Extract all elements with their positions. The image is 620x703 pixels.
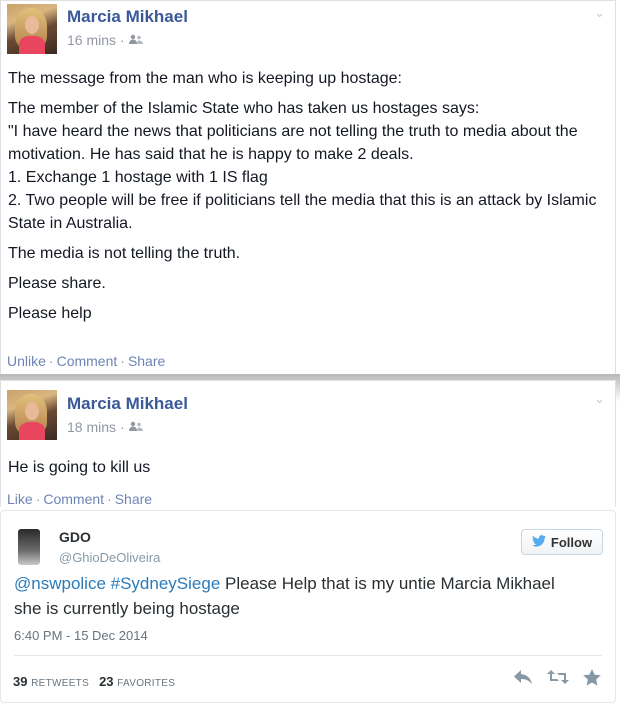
facebook-post: Marcia Mikhael 18 mins · ⌄ He is going t… [0, 380, 616, 507]
post-body: The message from the man who is keeping … [8, 67, 605, 325]
retweet-count[interactable]: 39 RETWEETS [13, 674, 89, 689]
post-time[interactable]: 18 mins [67, 419, 116, 435]
post-time[interactable]: 16 mins [67, 32, 116, 48]
tweet-text: @nswpolice #SydneySiege Please Help that… [14, 571, 585, 621]
comment-link[interactable]: Comment [57, 353, 118, 369]
post-paragraph: The member of the Islamic State who has … [8, 100, 597, 232]
facebook-post: Marcia Mikhael 16 mins · ⌄ The message f… [0, 0, 616, 376]
tweet-timestamp[interactable]: 6:40 PM - 15 Dec 2014 [14, 628, 148, 643]
post-body: He is going to kill us [8, 456, 605, 479]
friends-icon[interactable] [128, 419, 143, 435]
post-paragraph: Please share. [8, 275, 106, 292]
retweet-icon[interactable] [547, 669, 569, 691]
tweet-author-handle[interactable]: @GhioDeOliveira [59, 550, 160, 565]
share-link[interactable]: Share [115, 491, 152, 507]
meta-separator: · [120, 32, 125, 48]
author-name[interactable]: Marcia Mikhael [67, 7, 188, 27]
action-separator: · [107, 491, 112, 507]
post-paragraph: The media is not telling the truth. [8, 245, 241, 262]
tweet-hashtag-link[interactable]: #SydneySiege [111, 574, 221, 593]
action-separator: · [48, 353, 54, 369]
embedded-tweet: GDO @GhioDeOliveira Follow @nswpolice #S… [0, 510, 616, 703]
author-name[interactable]: Marcia Mikhael [67, 394, 188, 414]
tweet-actions [513, 669, 601, 691]
follow-label: Follow [550, 534, 593, 550]
action-separator: · [35, 491, 41, 507]
meta-separator: · [120, 419, 125, 435]
post-paragraph: The message from the man who is keeping … [8, 70, 402, 87]
post-options-chevron-icon[interactable]: ⌄ [594, 5, 605, 21]
post-paragraph: Please help [8, 305, 92, 322]
author-avatar[interactable] [7, 4, 57, 54]
tweet-mention-link[interactable]: @nswpolice [14, 574, 106, 593]
favorite-icon[interactable] [583, 669, 601, 691]
tweet-author-name[interactable]: GDO [59, 529, 91, 545]
tweet-divider [14, 655, 602, 656]
post-actions: Unlike · Comment · Share [7, 353, 165, 369]
favorite-count[interactable]: 23 FAVORITES [99, 674, 175, 689]
action-separator: · [120, 353, 125, 369]
post-options-chevron-icon[interactable]: ⌄ [594, 391, 605, 407]
friends-icon[interactable] [128, 32, 143, 48]
post-actions: Like · Comment · Share [7, 491, 152, 507]
comment-link[interactable]: Comment [43, 491, 104, 507]
unlike-link[interactable]: Unlike [7, 353, 46, 369]
share-link[interactable]: Share [128, 353, 165, 369]
follow-button[interactable]: Follow [521, 529, 603, 555]
post-meta: 16 mins · [67, 32, 143, 48]
author-avatar[interactable] [7, 390, 57, 440]
like-link[interactable]: Like [7, 491, 33, 507]
post-meta: 18 mins · [67, 419, 143, 435]
post-paragraph: He is going to kill us [8, 459, 151, 476]
tweet-author-avatar[interactable] [18, 529, 40, 565]
twitter-bird-icon [531, 534, 546, 550]
tweet-stats: 39 RETWEETS 23 FAVORITES [13, 674, 175, 689]
reply-icon[interactable] [513, 669, 533, 691]
